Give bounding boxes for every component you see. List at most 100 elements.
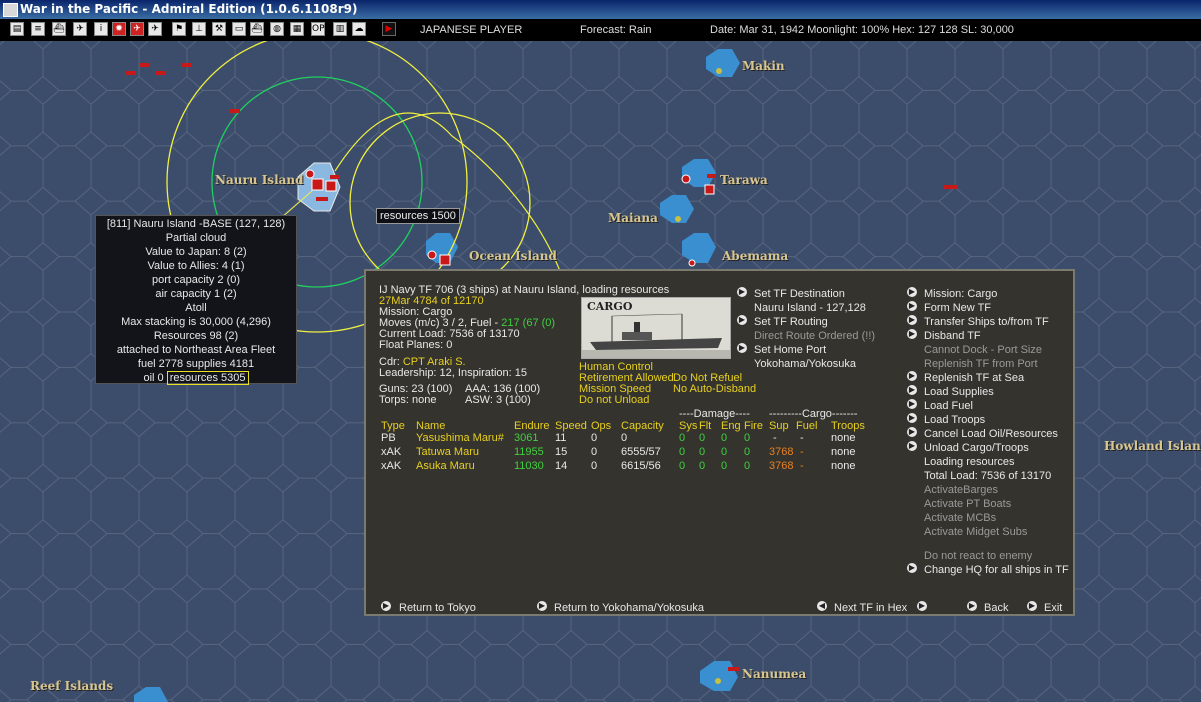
set-tf-routing-button[interactable]: Set TF Routing	[754, 316, 828, 328]
exit-button[interactable]: Exit	[1044, 602, 1062, 614]
fleet-icon[interactable]: ⛴	[250, 22, 264, 36]
arrow-right-icon: ▶	[737, 287, 747, 297]
grid-icon[interactable]: ▦	[290, 22, 304, 36]
loading-status: Loading resources	[924, 456, 1015, 468]
arrow-right-icon: ▶	[907, 427, 917, 437]
arrow-right-icon[interactable]: ▶	[917, 601, 927, 611]
col-sys[interactable]: Sys	[679, 420, 697, 432]
ship-fuel: -	[800, 432, 804, 444]
back-button[interactable]: Back	[984, 602, 1008, 614]
task-force-panel: IJ Navy TF 706 (3 ships) at Nauru Island…	[364, 269, 1075, 616]
ship-capacity: 6555/57	[621, 446, 661, 458]
weather-icon[interactable]: ☁	[352, 22, 366, 36]
col-speed[interactable]: Speed	[555, 420, 587, 432]
ship-speed: 11	[555, 432, 567, 444]
arrow-right-icon: ▶	[907, 441, 917, 451]
arrow-right-icon: ▶	[907, 315, 917, 325]
load-supplies-button[interactable]: Load Supplies	[924, 386, 994, 398]
next-tf-in-hex-button[interactable]: Next TF in Hex	[834, 602, 907, 614]
status-unload[interactable]: Do not Unload	[579, 394, 649, 406]
popup-line: attached to Northeast Area Fleet	[116, 344, 276, 356]
window-title: War in the Pacific - Admiral Edition (1.…	[20, 2, 358, 16]
air-icon[interactable]: ✈	[73, 22, 87, 36]
tf-float-planes: Float Planes: 0	[379, 339, 453, 351]
form-new-tf-button[interactable]: Form New TF	[924, 302, 991, 314]
col-fuel[interactable]: Fuel	[796, 420, 817, 432]
end-turn-icon[interactable]: ▶	[382, 22, 396, 36]
no-react-label: Do not react to enemy	[924, 550, 1033, 562]
activate-pt-boats-label: Activate PT Boats	[924, 498, 1012, 510]
status-auto-disband[interactable]: No Auto-Disband	[673, 383, 756, 395]
ship-sup: 3768	[769, 446, 794, 458]
cancel-load-button[interactable]: Cancel Load Oil/Resources	[924, 428, 1058, 440]
col-endure[interactable]: Endure	[514, 420, 549, 432]
return-to-yokohama-button[interactable]: Return to Yokohama/Yokosuka	[554, 602, 704, 614]
ship-flt: 0	[699, 446, 706, 458]
aircraft-icon[interactable]: ✈	[148, 22, 162, 36]
rising-sun-icon[interactable]: ✹	[112, 22, 126, 36]
popup-line: Value to Japan: 8 (2)	[145, 246, 247, 258]
carrier-icon[interactable]: ▭	[232, 22, 246, 36]
arrow-right-icon: ▶	[907, 385, 917, 395]
ship-icon[interactable]: ⛴	[52, 22, 66, 36]
resources-tooltip: resources 1500	[376, 208, 460, 224]
ship-troops: none	[831, 432, 856, 444]
map-label-nauru: Nauru Island	[215, 173, 304, 187]
ship-ops: 0	[591, 432, 598, 444]
col-fire[interactable]: Fire	[744, 420, 763, 432]
col-eng[interactable]: Eng	[721, 420, 741, 432]
return-to-tokyo-button[interactable]: Return to Tokyo	[399, 602, 476, 614]
base-icon[interactable]: ⊥	[192, 22, 206, 36]
tf-asw: ASW: 3 (100)	[465, 394, 531, 406]
col-capacity[interactable]: Capacity	[621, 420, 664, 432]
transfer-ships-button[interactable]: Transfer Ships to/from TF	[924, 316, 1049, 328]
map-label-maiana: Maiana	[608, 211, 658, 225]
table-icon[interactable]: ▥	[333, 22, 347, 36]
set-home-port-button[interactable]: Set Home Port	[754, 344, 826, 356]
arrow-left-icon[interactable]: ◀	[817, 601, 827, 611]
document-icon[interactable]: ▤	[10, 22, 24, 36]
ship-name[interactable]: Yasushima Maru#	[416, 432, 504, 444]
ship-fuel: -	[800, 460, 804, 472]
op-button[interactable]: OP	[311, 22, 325, 36]
ship-type: xAK	[381, 460, 402, 472]
load-troops-button[interactable]: Load Troops	[924, 414, 985, 426]
map-label-abemama: Abemama	[722, 249, 789, 263]
oil-value: oil 0	[143, 372, 164, 384]
replenish-at-sea-button[interactable]: Replenish TF at Sea	[924, 372, 1024, 384]
col-flt[interactable]: Flt	[699, 420, 711, 432]
ship-capacity: 0	[621, 432, 628, 444]
cargo-group-header: ---------Cargo-------	[769, 408, 858, 420]
ship-capacity: 6615/56	[621, 460, 661, 472]
ship-sys: 0	[679, 446, 686, 458]
list-icon[interactable]: ≡	[31, 22, 45, 36]
replenish-port-label: Replenish TF from Port	[924, 358, 1038, 370]
mission-cargo-button[interactable]: Mission: Cargo	[924, 288, 997, 300]
routing-value: Direct Route Ordered (!!)	[754, 330, 876, 342]
cargo-ship-icon	[582, 313, 730, 358]
change-hq-button[interactable]: Change HQ for all ships in TF	[924, 564, 1069, 576]
col-name[interactable]: Name	[416, 420, 445, 432]
popup-line-oil: oil 0 resources 5305	[96, 371, 296, 385]
ground-icon[interactable]: ⚒	[212, 22, 226, 36]
cannot-dock-label: Cannot Dock - Port Size	[924, 344, 1042, 356]
disband-tf-button[interactable]: Disband TF	[924, 330, 981, 342]
ship-eng: 0	[721, 432, 728, 444]
col-type[interactable]: Type	[381, 420, 405, 432]
col-troops[interactable]: Troops	[831, 420, 865, 432]
flag-icon[interactable]: ⚑	[172, 22, 186, 36]
ship-name[interactable]: Asuka Maru	[416, 460, 475, 472]
col-sup[interactable]: Sup	[769, 420, 789, 432]
ship-name[interactable]: Tatuwa Maru	[416, 446, 479, 458]
map-label-ocean-island: Ocean Island	[469, 249, 557, 263]
plane-icon[interactable]: ✈	[130, 22, 144, 36]
app-icon	[3, 3, 18, 17]
unload-cargo-button[interactable]: Unload Cargo/Troops	[924, 442, 1029, 454]
ship-endure: 11030	[514, 460, 544, 472]
set-tf-destination-button[interactable]: Set TF Destination	[754, 288, 845, 300]
globe-icon[interactable]: ◍	[270, 22, 284, 36]
info-icon[interactable]: i	[94, 22, 108, 36]
load-fuel-button[interactable]: Load Fuel	[924, 400, 973, 412]
makin-atoll	[716, 68, 722, 74]
col-ops[interactable]: Ops	[591, 420, 611, 432]
